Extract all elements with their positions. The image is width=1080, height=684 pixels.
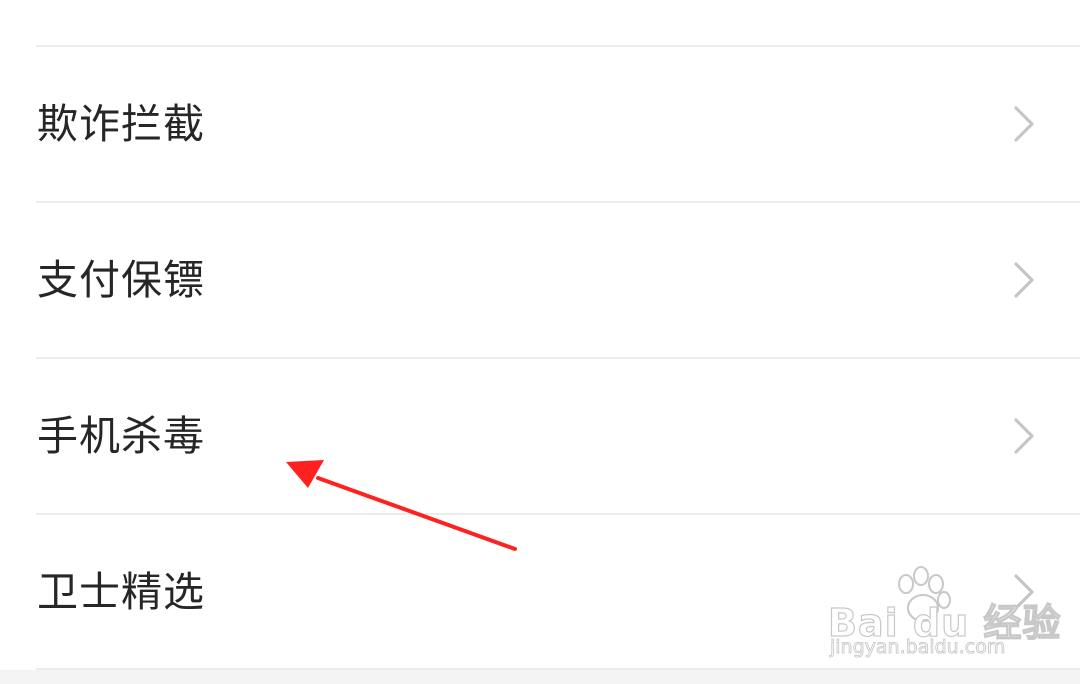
settings-list: 欺诈拦截 支付保镖 手机杀毒 卫士精选	[0, 0, 1080, 670]
menu-item-fraud-intercept[interactable]: 欺诈拦截	[0, 47, 1080, 201]
menu-item-label: 支付保镖	[37, 256, 205, 304]
chevron-right-icon	[1014, 262, 1034, 298]
chevron-right-icon	[1014, 106, 1034, 142]
menu-item-label: 欺诈拦截	[37, 100, 205, 148]
menu-item-label: 卫士精选	[37, 568, 205, 616]
menu-item-payment-guard[interactable]: 支付保镖	[0, 203, 1080, 357]
bottom-background	[0, 670, 1080, 684]
chevron-right-icon	[1014, 418, 1034, 454]
menu-item-antivirus[interactable]: 手机杀毒	[0, 359, 1080, 513]
menu-item-guard-picks[interactable]: 卫士精选	[0, 515, 1080, 669]
menu-item-label: 手机杀毒	[37, 412, 205, 460]
chevron-right-icon	[1014, 574, 1034, 610]
